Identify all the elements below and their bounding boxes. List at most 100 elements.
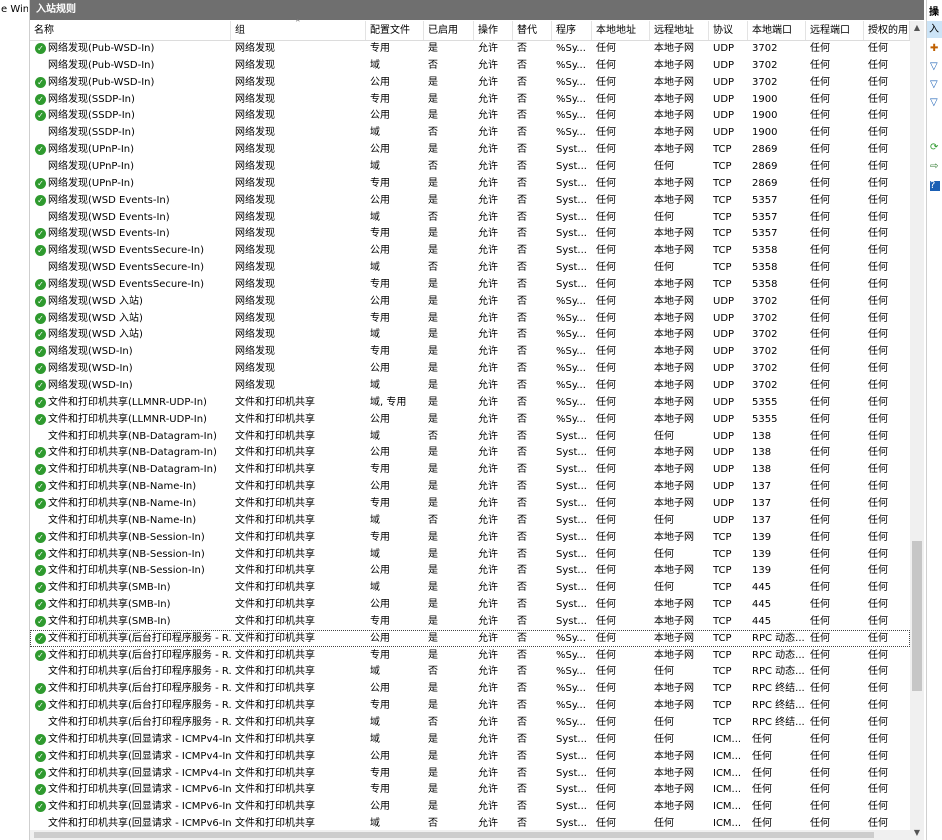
table-row[interactable]: 网络发现(WSD-In) 网络发现 专用 是 允许 否 %Sy... 任何 本地子网 UDP 370… [30,343,910,360]
table-row[interactable]: 网络发现(Pub-WSD-In) 网络发现 专用 是 允许 否 %Sy... 任何 本地子网 UD… [30,40,910,57]
table-row[interactable]: 文件和打印机共享(NB-Session-In) 文件和打印机共享 专用 是 允许 否 Sys… [30,529,910,546]
rules-list[interactable]: 网络发现(Pub-WSD-In) 网络发现 专用是允许否 %Sy... 任何 本地子网 UD… [30,40,910,840]
table-row[interactable]: 网络发现(WSD 入站) 网络发现 专用 是 允许 否 %Sy... 任何 本地子网 UDP 370… [30,310,910,327]
hscroll-thumb[interactable] [34,832,874,838]
cell-override: 否 [517,447,527,459]
cell-profile: 专用 [370,767,390,779]
table-row[interactable]: 文件和打印机共享(LLMNR-UDP-In) 文件和打印机共享 公用 是 允许 否 %Sy.… [30,411,910,428]
cell-override: 否 [517,565,527,577]
cell-local-address: 任何 [596,211,616,223]
table-row[interactable]: 文件和打印机共享(NB-Name-In) 文件和打印机共享 域 否 允许 否 Syst...… [30,512,910,529]
horizontal-scrollbar[interactable] [30,830,910,840]
column-header-profile[interactable]: 配置文件 [366,21,424,40]
table-row[interactable]: 文件和打印机共享(NB-Datagram-In) 文件和打印机共享 专用 是 允许 否 Sy… [30,461,910,478]
table-row[interactable]: 网络发现(WSD 入站) 网络发现 公用 是 允许 否 %Sy... 任何 本地子网 UDP 370… [30,293,910,310]
export-icon[interactable]: ⇨ [930,162,940,172]
table-row[interactable]: 网络发现(WSD EventsSecure-In) 网络发现 公用 是 允许 否 Syst.… [30,242,910,259]
table-row[interactable]: 文件和打印机共享(NB-Session-In) 文件和打印机共享 公用 是 允许 否 Sys… [30,562,910,579]
column-header-name[interactable]: 名称 [30,21,231,40]
table-row[interactable]: 网络发现(UPnP-In) 网络发现 公用 是 允许 否 Syst... 任何 本地子网 TCP 2… [30,141,910,158]
column-header-enabled[interactable]: 已启用 [424,21,474,40]
table-row[interactable]: 文件和打印机共享(NB-Datagram-In) 文件和打印机共享 域 否 允许 否 Sys… [30,428,910,445]
table-row[interactable]: 文件和打印机共享(SMB-In) 文件和打印机共享 专用 是 允许 否 Syst... 任何 本… [30,613,910,630]
cell-local-port: 445 [752,582,772,594]
column-header-program[interactable]: 程序 [552,21,592,40]
table-row[interactable]: 文件和打印机共享(后台打印程序服务 - R... 文件和打印机共享 域 否 允许 否 %Sy… [30,714,910,731]
table-row[interactable]: 文件和打印机共享(SMB-In) 文件和打印机共享 公用 是 允许 否 Syst... 任何 本… [30,596,910,613]
cell-authorized: 任何 [868,396,888,408]
filter-icon[interactable]: ▽ [930,80,940,90]
table-row[interactable]: 网络发现(UPnP-In) 网络发现 域 否 允许 否 Syst... 任何 任何 TCP 2869… [30,158,910,175]
table-row[interactable]: 文件和打印机共享(后台打印程序服务 - R... 文件和打印机共享 专用 是 允许 否 %S… [30,697,910,714]
column-header-group[interactable]: 组 [231,21,366,40]
cell-protocol: TCP [713,262,732,274]
scroll-thumb[interactable] [912,541,922,691]
table-row[interactable]: 文件和打印机共享(回显请求 - ICMPv4-In) 文件和打印机共享 公用 是 允许 否… [30,748,910,765]
cell-protocol: UDP [713,464,735,476]
cell-remote-address: 本地子网 [654,278,694,290]
cell-program: Syst... [556,750,587,762]
table-row[interactable]: 网络发现(WSD-In) 网络发现 公用 是 允许 否 %Sy... 任何 本地子网 UDP 370… [30,360,910,377]
vertical-scrollbar[interactable]: ▲ ▼ [910,21,924,840]
table-row[interactable]: 文件和打印机共享(LLMNR-UDP-In) 文件和打印机共享 域, 专用 是 允许 否%… [30,394,910,411]
table-row[interactable]: 网络发现(WSD Events-In) 网络发现 域 否 允许 否 Syst... 任何 任何 T… [30,209,910,226]
cell-name: 文件和打印机共享(后台打印程序服务 - R... [48,632,231,644]
table-row[interactable]: 文件和打印机共享(后台打印程序服务 - R... 文件和打印机共享 域 否 允许 否 %Sy… [30,663,910,680]
filter-icon[interactable]: ▽ [930,98,940,108]
table-row[interactable]: 文件和打印机共享(回显请求 - ICMPv4-In) 文件和打印机共享 域 是 允许 否 S… [30,731,910,748]
column-header-local-port[interactable]: 本地端口 [748,21,806,40]
table-row[interactable]: 文件和打印机共享(NB-Name-In) 文件和打印机共享 公用 是 允许 否 Syst..… [30,478,910,495]
table-row[interactable]: 网络发现(SSDP-In) 网络发现 公用 是 允许 否 %Sy... 任何 本地子网 UDP 19… [30,107,910,124]
column-header-override[interactable]: 替代 [513,21,552,40]
table-row[interactable]: 文件和打印机共享(NB-Session-In) 文件和打印机共享 域 是 允许 否 Syst… [30,546,910,563]
table-row[interactable]: 文件和打印机共享(后台打印程序服务 - R... 文件和打印机共享 公用 是 允许 否 %S… [30,629,910,647]
table-row[interactable]: 文件和打印机共享(回显请求 - ICMPv6-In) 文件和打印机共享 公用 是 允许 否… [30,798,910,815]
table-row[interactable]: 网络发现(WSD Events-In) 网络发现 专用 是 允许 否 Syst... 任何 本地… [30,225,910,242]
table-row[interactable]: 文件和打印机共享(回显请求 - ICMPv6-In) 文件和打印机共享 专用 是 允许 否… [30,781,910,798]
table-row[interactable]: 文件和打印机共享(NB-Name-In) 文件和打印机共享 专用 是 允许 否 Syst..… [30,495,910,512]
column-header-authorized[interactable]: 授权的用 [864,21,910,40]
table-row[interactable]: 网络发现(WSD 入站) 网络发现 域 是 允许 否 %Sy... 任何 本地子网 UDP 3702… [30,326,910,343]
cell-program: %Sy... [556,380,586,391]
table-row[interactable]: 文件和打印机共享(后台打印程序服务 - R... 文件和打印机共享 公用 是 允许 否 %S… [30,680,910,697]
column-header-remote-address[interactable]: 远程地址 [650,21,709,40]
filter-icon[interactable]: ▽ [930,62,940,72]
table-row[interactable]: 文件和打印机共享(NB-Datagram-In) 文件和打印机共享 公用 是 允许 否 Sy… [30,444,910,461]
cell-name: 网络发现(SSDP-In) [48,110,135,122]
table-row[interactable]: 网络发现(Pub-WSD-In) 网络发现 域 否 允许 否 %Sy... 任何 本地子网 UDP… [30,57,910,74]
cell-remote-port: 任何 [810,262,830,274]
table-row[interactable]: 网络发现(WSD EventsSecure-In) 网络发现 域 否 允许 否 Syst..… [30,259,910,276]
help-icon[interactable]: ? [930,181,940,191]
cell-profile: 专用 [370,464,390,476]
column-header-protocol[interactable]: 协议 [709,21,748,40]
new-rule-icon[interactable]: ✚ [930,44,940,54]
cell-remote-address: 本地子网 [654,295,694,307]
cell-remote-address: 本地子网 [654,497,694,509]
table-row[interactable]: 网络发现(WSD Events-In) 网络发现 公用 是 允许 否 Syst... 任何 本地… [30,192,910,209]
table-row[interactable]: 网络发现(Pub-WSD-In) 网络发现 公用 是 允许 否 %Sy... 任何 本地子网 UD… [30,74,910,91]
table-row[interactable]: 网络发现(SSDP-In) 网络发现 域 否 允许 否 %Sy... 任何 本地子网 UDP 190… [30,124,910,141]
cell-override: 否 [517,194,527,206]
column-header-action[interactable]: 操作 [474,21,513,40]
cell-local-address: 任何 [596,464,616,476]
scroll-down-icon[interactable]: ▼ [910,826,924,840]
scroll-up-icon[interactable]: ▲ [910,21,924,35]
table-row[interactable]: 网络发现(WSD EventsSecure-In) 网络发现 专用 是 允许 否 Syst.… [30,276,910,293]
cell-action: 允许 [478,295,498,307]
table-row[interactable]: 网络发现(UPnP-In) 网络发现 专用 是 允许 否 Syst... 任何 本地子网 TCP 2… [30,175,910,192]
cell-profile: 公用 [370,413,390,425]
table-row[interactable]: 文件和打印机共享(回显请求 - ICMPv4-In) 文件和打印机共享 专用 是 允许 否… [30,765,910,782]
table-row[interactable]: 文件和打印机共享(SMB-In) 文件和打印机共享 域 是 允许 否 Syst... 任何 任何… [30,579,910,596]
table-row[interactable]: 文件和打印机共享(后台打印程序服务 - R... 文件和打印机共享 专用 是 允许 否 %S… [30,647,910,664]
cell-override: 否 [517,43,527,54]
refresh-icon[interactable]: ⟳ [930,143,940,153]
table-row[interactable]: 网络发现(WSD-In) 网络发现 域 是 允许 否 %Sy... 任何 本地子网 UDP 3702… [30,377,910,394]
cell-remote-address: 本地子网 [654,464,694,476]
column-header-remote-port[interactable]: 远程端口 [806,21,864,40]
actions-item-inbound[interactable]: 入 [927,21,942,38]
column-header-local-address[interactable]: 本地地址 [592,21,650,40]
table-row[interactable]: 网络发现(SSDP-In) 网络发现 专用 是 允许 否 %Sy... 任何 本地子网 UDP 19… [30,91,910,108]
cell-remote-address: 本地子网 [654,615,694,627]
cell-name: 文件和打印机共享(回显请求 - ICMPv6-In) [48,801,231,813]
cell-local-address: 任何 [596,144,616,156]
